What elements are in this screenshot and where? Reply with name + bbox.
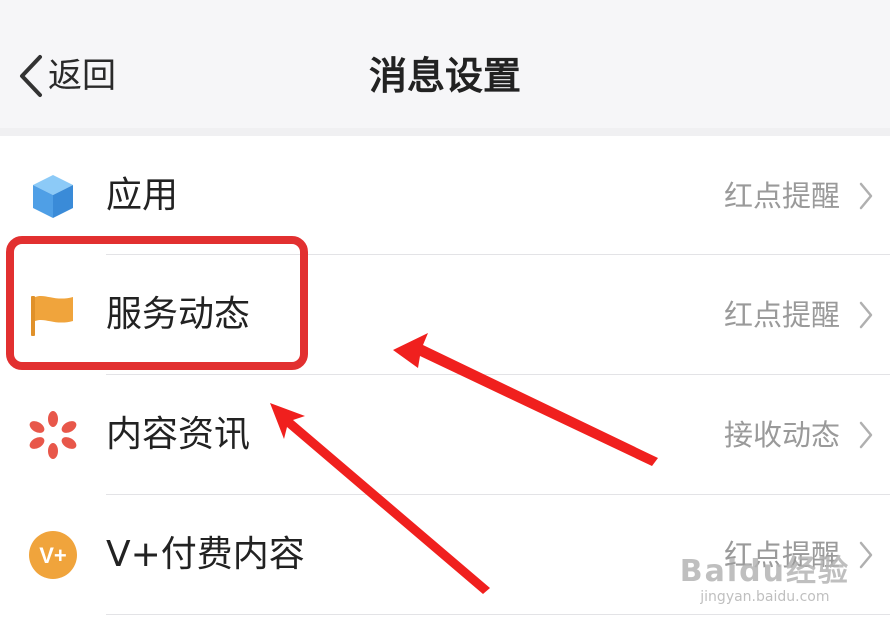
watermark: Baidu经验 jingyan.baidu.com <box>680 556 850 606</box>
arrow-lower <box>270 403 490 594</box>
watermark-url: jingyan.baidu.com <box>700 589 830 605</box>
arrow-right <box>393 333 658 466</box>
watermark-brand: Baidu经验 <box>679 554 850 589</box>
annotation-arrows <box>270 333 658 594</box>
